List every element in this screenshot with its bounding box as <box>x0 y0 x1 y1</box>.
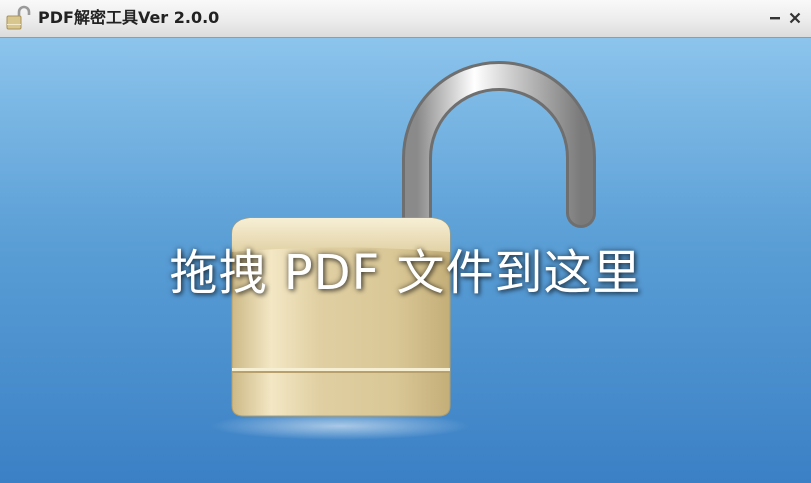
window-title: PDF解密工具Ver 2.0.0 <box>38 8 220 27</box>
close-button[interactable] <box>785 7 805 29</box>
minimize-button[interactable] <box>765 7 785 29</box>
app-window: PDF解密工具Ver 2.0.0 拖拽 PDF 文件到这里 <box>0 0 811 483</box>
close-icon <box>789 9 801 28</box>
drop-hint-text: 拖拽 PDF 文件到这里 <box>169 245 642 301</box>
window-controls <box>765 6 805 30</box>
padlock-icon <box>4 5 32 31</box>
pdf-drop-zone[interactable]: 拖拽 PDF 文件到这里 <box>0 38 811 483</box>
minimize-icon <box>769 9 781 28</box>
title-bar[interactable]: PDF解密工具Ver 2.0.0 <box>0 0 811 38</box>
